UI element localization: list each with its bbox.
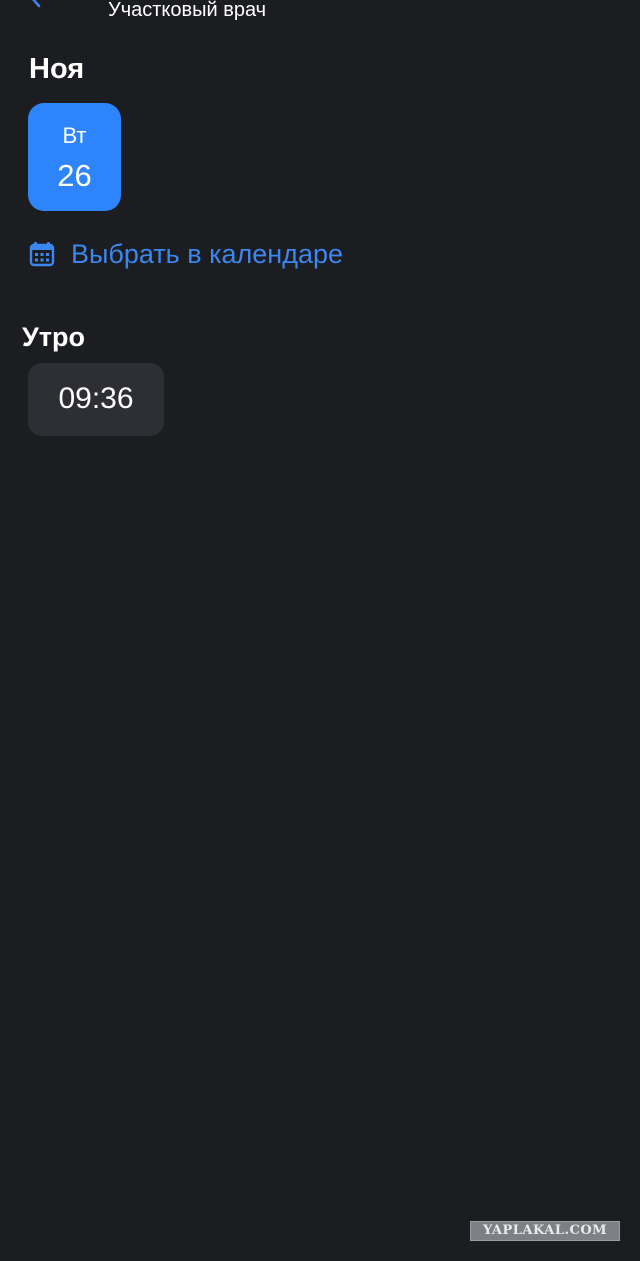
month-title: Ноя: [29, 53, 85, 85]
period-title-morning: Утро: [22, 322, 86, 352]
calendar-icon: [29, 242, 55, 267]
date-chip-selected[interactable]: Вт 26: [28, 103, 121, 211]
date-chip-weekday: Вт: [62, 123, 87, 148]
header: Участковый врач: [0, 0, 640, 30]
header-subtitle: Участковый врач: [108, 0, 267, 21]
chevron-left-icon[interactable]: [26, 0, 46, 8]
date-chip-day: 26: [57, 158, 92, 193]
time-slot-label: 09:36: [58, 382, 134, 415]
watermark: YAPLAKAL.COM: [470, 1221, 620, 1241]
select-in-calendar-label: Выбрать в календаре: [71, 239, 344, 269]
select-in-calendar-link[interactable]: Выбрать в календаре: [28, 236, 343, 272]
time-slot[interactable]: 09:36: [28, 363, 164, 436]
